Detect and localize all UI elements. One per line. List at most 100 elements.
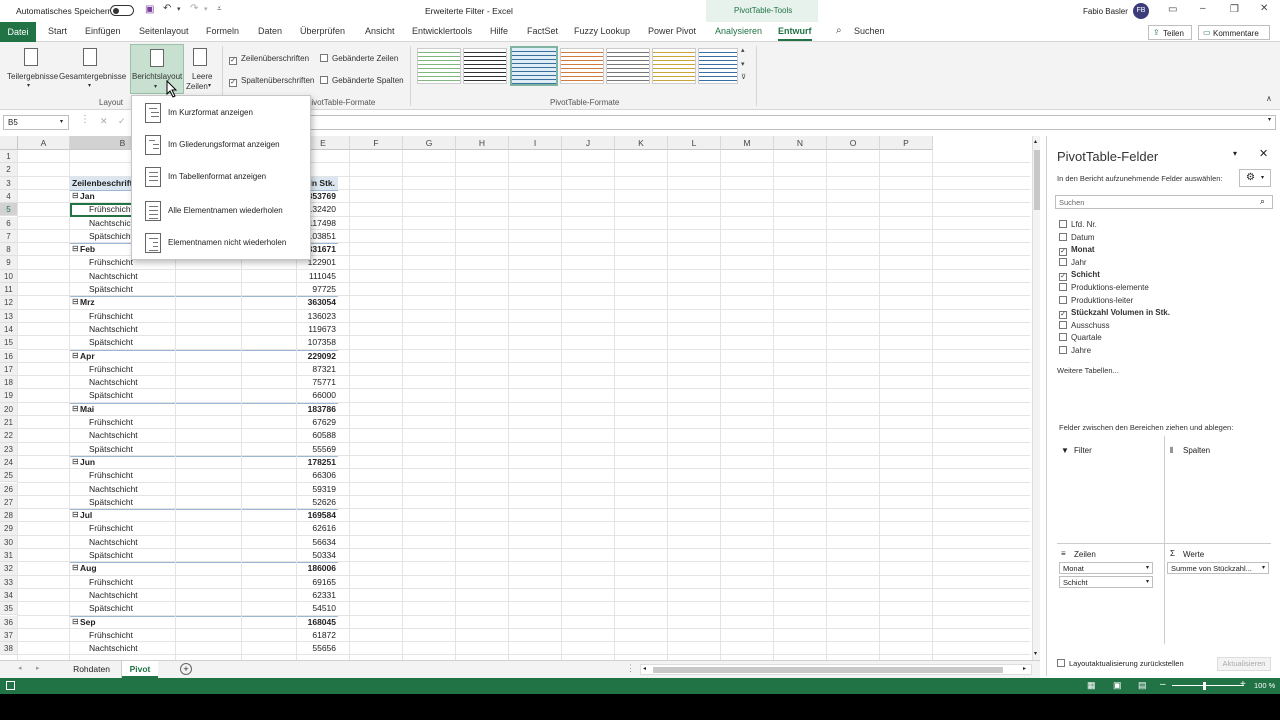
column-header-p[interactable]: P bbox=[880, 136, 933, 150]
chevron-down-icon[interactable]: ▾ bbox=[204, 5, 208, 13]
zoom-out-icon[interactable]: – bbox=[1160, 679, 1166, 690]
menu-item-compact-form[interactable]: Im Kurzformat anzeigen bbox=[132, 99, 310, 127]
row-header[interactable]: 4 bbox=[0, 189, 18, 204]
zoom-level[interactable]: 100 % bbox=[1254, 681, 1275, 690]
banded-rows-checkbox[interactable]: Gebänderte Zeilen bbox=[320, 54, 398, 63]
month-label[interactable]: Feb bbox=[80, 243, 95, 256]
row-header[interactable]: 38 bbox=[0, 642, 18, 656]
search-label[interactable]: Suchen bbox=[854, 26, 885, 36]
user-name[interactable]: Fabio Basler bbox=[1083, 7, 1128, 16]
tab-daten[interactable]: Daten bbox=[258, 26, 282, 36]
field-item[interactable]: ✓ Stückzahl Volumen in Stk. bbox=[1059, 308, 1170, 320]
column-header-o[interactable]: O bbox=[827, 136, 880, 150]
field-item[interactable]: Quartale bbox=[1059, 333, 1102, 342]
add-sheet-button[interactable]: + bbox=[180, 663, 192, 675]
month-label[interactable]: Apr bbox=[80, 350, 95, 363]
row-header[interactable]: 26 bbox=[0, 482, 18, 496]
column-header-a[interactable]: A bbox=[18, 136, 70, 150]
column-header-i[interactable]: I bbox=[509, 136, 562, 150]
more-styles-icon[interactable]: ⊽ bbox=[741, 73, 746, 81]
shift-label[interactable]: Spätschicht bbox=[89, 389, 133, 402]
row-header[interactable]: 10 bbox=[0, 269, 18, 283]
checkbox-icon[interactable] bbox=[1059, 232, 1067, 241]
column-headers-checkbox[interactable]: ✓ Spaltenüberschriften bbox=[229, 76, 314, 87]
column-header-k[interactable]: K bbox=[615, 136, 668, 150]
checkbox-icon[interactable] bbox=[1059, 320, 1067, 329]
tab-entwurf[interactable]: Entwurf bbox=[778, 26, 812, 41]
row-header[interactable]: 36 bbox=[0, 615, 18, 629]
settings-button[interactable]: ⚙ ▾ bbox=[1239, 169, 1271, 187]
shift-label[interactable]: Spätschicht bbox=[89, 496, 133, 509]
minimize-icon[interactable]: – bbox=[1200, 3, 1206, 14]
tab-formeln[interactable]: Formeln bbox=[206, 26, 239, 36]
column-header-f[interactable]: F bbox=[350, 136, 403, 150]
chevron-down-icon[interactable]: ▾ bbox=[1262, 564, 1265, 571]
menu-item-no-repeat-labels[interactable]: Elementnamen nicht wiederholen bbox=[132, 229, 310, 257]
row-header[interactable]: 5 bbox=[0, 203, 18, 217]
field-item[interactable]: Lfd. Nr. bbox=[1059, 220, 1097, 229]
value-cell[interactable]: 61872 bbox=[240, 629, 336, 642]
column-header-h[interactable]: H bbox=[456, 136, 509, 150]
page-break-view-icon[interactable]: ▤ bbox=[1138, 680, 1147, 691]
shift-label[interactable]: Nachtschicht bbox=[89, 589, 138, 602]
field-item[interactable]: Ausschuss bbox=[1059, 320, 1110, 330]
checkbox-icon[interactable] bbox=[1059, 346, 1067, 354]
row-header[interactable]: 3 bbox=[0, 176, 18, 190]
shift-label[interactable]: Nachtschicht bbox=[89, 323, 138, 336]
chevron-down-icon[interactable]: ▾ bbox=[208, 82, 211, 89]
tab-ansicht[interactable]: Ansicht bbox=[365, 26, 395, 36]
scroll-down-icon[interactable]: ▾ bbox=[1034, 650, 1037, 657]
menu-item-outline-form[interactable]: Im Gliederungsformat anzeigen bbox=[132, 131, 310, 159]
blank-rows-button[interactable]: Leere bbox=[192, 72, 212, 81]
scrollbar-thumb[interactable] bbox=[653, 667, 1003, 673]
value-cell[interactable]: 97725 bbox=[240, 283, 336, 296]
chevron-up-icon[interactable]: ▴ bbox=[741, 46, 745, 54]
expand-formula-icon[interactable]: ▾ bbox=[1268, 116, 1271, 123]
row-header[interactable]: 22 bbox=[0, 429, 18, 443]
value-cell[interactable]: 186006 bbox=[240, 562, 336, 575]
month-label[interactable]: Sep bbox=[80, 616, 96, 629]
customize-icon[interactable]: ⩡ bbox=[217, 4, 222, 14]
pivot-style-swatch[interactable] bbox=[606, 48, 650, 84]
normal-view-icon[interactable]: ▦ bbox=[1087, 680, 1096, 691]
value-field-summe[interactable]: Summe von Stückzahl... ▾ bbox=[1167, 562, 1269, 574]
row-header[interactable]: 17 bbox=[0, 362, 18, 377]
shift-label[interactable]: Spätschicht bbox=[89, 443, 133, 456]
row-header[interactable]: 7 bbox=[0, 229, 18, 244]
column-header-j[interactable]: J bbox=[562, 136, 615, 150]
field-item[interactable]: Jahr bbox=[1059, 257, 1087, 267]
shift-label[interactable]: Nachtschicht bbox=[89, 376, 138, 389]
value-cell[interactable]: 87321 bbox=[240, 363, 336, 376]
month-label[interactable]: Mai bbox=[80, 403, 94, 416]
vertical-scrollbar[interactable]: ▴ ▾ bbox=[1032, 136, 1040, 660]
collapse-icon[interactable]: ⊟ bbox=[72, 457, 79, 466]
chevron-down-icon[interactable]: ▾ bbox=[177, 5, 181, 13]
row-header[interactable]: 9 bbox=[0, 256, 18, 270]
checkbox-icon[interactable] bbox=[1059, 257, 1067, 266]
scroll-left-icon[interactable]: ◂ bbox=[643, 665, 646, 672]
chevron-down-icon[interactable]: ▾ bbox=[88, 82, 91, 89]
chevron-down-icon[interactable]: ▾ bbox=[1146, 564, 1149, 571]
shift-label[interactable]: Spätschicht bbox=[89, 230, 133, 243]
menu-item-repeat-labels[interactable]: Alle Elementnamen wiederholen bbox=[132, 197, 310, 225]
column-header-g[interactable]: G bbox=[403, 136, 456, 150]
more-tables-link[interactable]: Weitere Tabellen... bbox=[1057, 366, 1119, 375]
field-item[interactable]: ✓ Schicht bbox=[1059, 270, 1100, 282]
checkbox-icon[interactable] bbox=[1059, 283, 1067, 291]
checkbox-checked-icon[interactable]: ✓ bbox=[1059, 248, 1067, 257]
collapse-icon[interactable]: ⊟ bbox=[72, 351, 79, 360]
row-header[interactable]: 6 bbox=[0, 216, 18, 230]
field-item[interactable]: Produktions-leiter bbox=[1059, 295, 1133, 305]
shift-label[interactable]: Frühschicht bbox=[89, 310, 133, 323]
value-cell[interactable]: 168045 bbox=[240, 616, 336, 629]
row-header[interactable]: 33 bbox=[0, 575, 18, 589]
shift-label[interactable]: Frühschicht bbox=[89, 576, 133, 589]
collapse-icon[interactable]: ⊟ bbox=[72, 191, 79, 200]
shift-label[interactable]: Spätschicht bbox=[89, 336, 133, 349]
collapse-icon[interactable]: ⊟ bbox=[72, 297, 79, 306]
undo-icon[interactable]: ↶ bbox=[163, 3, 171, 14]
row-header[interactable]: 1 bbox=[0, 150, 18, 164]
row-header[interactable]: 35 bbox=[0, 602, 18, 616]
scroll-up-icon[interactable]: ▴ bbox=[1034, 138, 1037, 145]
sheet-tab-pivot[interactable]: Pivot bbox=[122, 661, 158, 678]
